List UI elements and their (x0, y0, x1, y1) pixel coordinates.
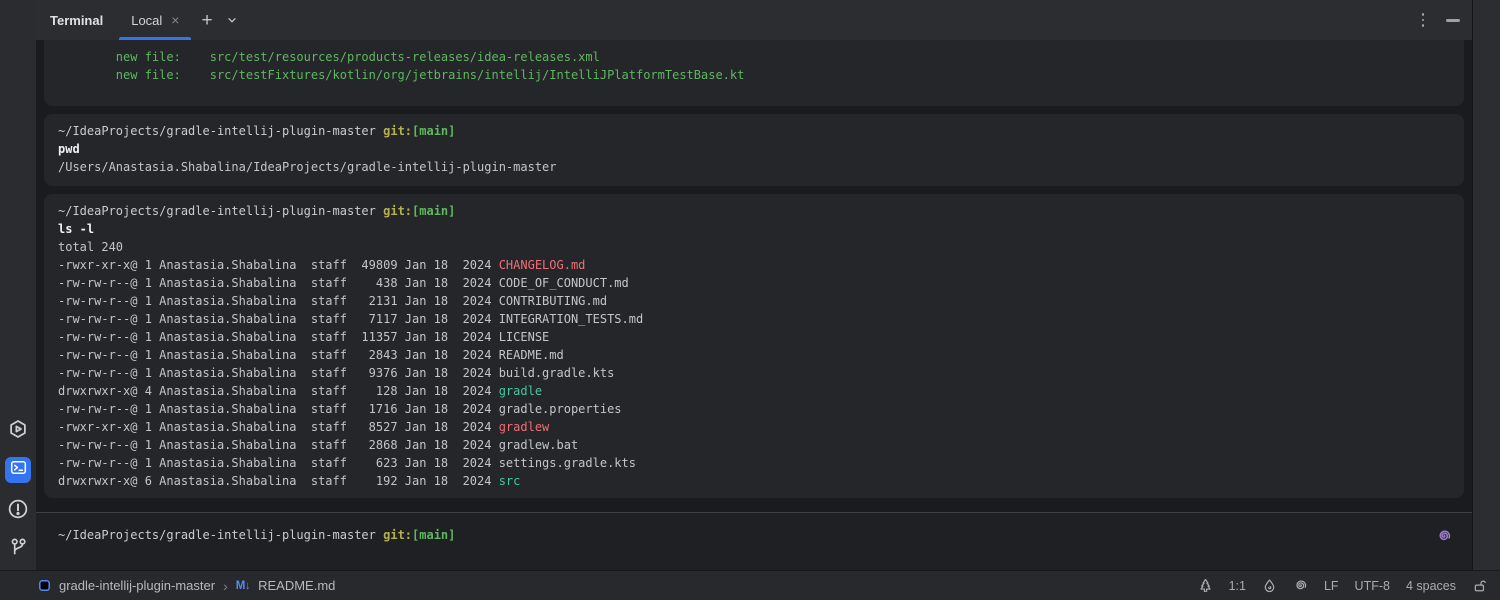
tab-label: Local (131, 13, 162, 28)
command-pwd: pwd (58, 140, 1450, 158)
terminal-tool-button[interactable] (5, 457, 31, 483)
ls-row: -rwxr-xr-x@ 1 Anastasia.Shabalina staff … (58, 418, 1450, 436)
breadcrumb: gradle-intellij-plugin-master › M↓ READM… (0, 578, 335, 594)
file-name: src (499, 474, 521, 488)
command-ls: ls -l (58, 220, 1450, 238)
ls-row: -rw-rw-r--@ 1 Anastasia.Shabalina staff … (58, 400, 1450, 418)
indent-widget[interactable]: 4 spaces (1406, 579, 1456, 593)
ls-row: -rwxr-xr-x@ 1 Anastasia.Shabalina staff … (58, 256, 1450, 274)
ai-status-swirl-icon[interactable] (1293, 578, 1308, 593)
ls-row: -rw-rw-r--@ 1 Anastasia.Shabalina staff … (58, 364, 1450, 382)
tab-close-icon[interactable]: × (171, 13, 179, 27)
ls-total: total 240 (58, 238, 1450, 256)
breadcrumb-project-name[interactable]: gradle-intellij-plugin-master (59, 578, 215, 593)
services-icon (8, 419, 28, 444)
tab-local[interactable]: Local × (119, 0, 191, 40)
file-name: gradlew.bat (499, 438, 578, 452)
ls-listing: -rwxr-xr-x@ 1 Anastasia.Shabalina staff … (58, 256, 1450, 490)
file-name: gradlew (499, 420, 550, 434)
file-name: gradle (499, 384, 542, 398)
git-status-line: new file: src/testFixtures/kotlin/org/je… (58, 66, 1450, 84)
ls-row: drwxrwxr-x@ 4 Anastasia.Shabalina staff … (58, 382, 1450, 400)
markdown-file-icon: M↓ (236, 580, 250, 592)
file-name: LICENSE (499, 330, 550, 344)
options-menu-icon[interactable] (1418, 9, 1429, 31)
terminal-block-git-status: new file: src/test/resources/products-re… (44, 40, 1464, 106)
problems-tool-button[interactable] (0, 496, 36, 526)
file-name: CONTRIBUTING.md (499, 294, 607, 308)
terminal-block-pwd: ~/IdeaProjects/gradle-intellij-plugin-ma… (44, 114, 1464, 186)
pwd-output: /Users/Anastasia.Shabalina/IdeaProjects/… (58, 158, 1450, 176)
hide-tool-window-icon[interactable] (1446, 19, 1460, 22)
ls-row: -rw-rw-r--@ 1 Anastasia.Shabalina staff … (58, 328, 1450, 346)
tool-window-stripe (0, 0, 36, 570)
encoding-widget[interactable]: UTF-8 (1355, 579, 1390, 593)
breadcrumb-chevron-icon: › (223, 578, 228, 594)
project-icon (38, 579, 51, 592)
droplet-icon[interactable] (1262, 578, 1277, 593)
ls-row: -rw-rw-r--@ 1 Anastasia.Shabalina staff … (58, 454, 1450, 472)
terminal-tool-window: Terminal Local × + new file: src/test/re… (36, 0, 1472, 570)
line-separator-widget[interactable]: LF (1324, 579, 1339, 593)
ls-row: -rw-rw-r--@ 1 Anastasia.Shabalina staff … (58, 310, 1450, 328)
caret-position-widget[interactable]: 1:1 (1229, 579, 1246, 593)
git-status-line: new file: src/test/resources/products-re… (58, 48, 1450, 66)
tree-icon[interactable] (1198, 578, 1213, 593)
version-control-tool-button[interactable] (0, 534, 36, 564)
ls-row: -rw-rw-r--@ 1 Anastasia.Shabalina staff … (58, 436, 1450, 454)
terminal-icon (10, 459, 27, 481)
tool-window-title: Terminal (50, 13, 103, 28)
terminal-output-area: new file: src/test/resources/products-re… (36, 40, 1472, 570)
terminal-input-block[interactable]: ~/IdeaProjects/gradle-intellij-plugin-ma… (36, 512, 1472, 570)
ls-row: -rw-rw-r--@ 1 Anastasia.Shabalina staff … (58, 274, 1450, 292)
problems-icon (8, 499, 28, 524)
ls-row: drwxrwxr-x@ 6 Anastasia.Shabalina staff … (58, 472, 1450, 490)
terminal-header: Terminal Local × + (36, 0, 1472, 40)
file-name: gradle.properties (499, 402, 622, 416)
new-tab-button[interactable]: + (193, 11, 220, 30)
prompt-line: ~/IdeaProjects/gradle-intellij-plugin-ma… (58, 122, 1450, 140)
terminal-block-ls: ~/IdeaProjects/gradle-intellij-plugin-ma… (44, 194, 1464, 498)
ls-row: -rw-rw-r--@ 1 Anastasia.Shabalina staff … (58, 346, 1450, 364)
file-name: build.gradle.kts (499, 366, 615, 380)
status-bar: gradle-intellij-plugin-master › M↓ READM… (0, 570, 1500, 600)
git-branch-icon (9, 537, 28, 561)
file-name: settings.gradle.kts (499, 456, 636, 470)
current-prompt-line: ~/IdeaProjects/gradle-intellij-plugin-ma… (58, 526, 1472, 544)
file-name: README.md (499, 348, 564, 362)
services-tool-button[interactable] (0, 416, 36, 446)
status-widgets: 1:1 LF UTF-8 4 spaces (1198, 578, 1500, 593)
git-status-lines: new file: src/test/resources/products-re… (58, 48, 1450, 84)
file-name: CODE_OF_CONDUCT.md (499, 276, 629, 290)
new-tab-dropdown-chevron-icon[interactable] (225, 13, 239, 27)
unlock-icon[interactable] (1472, 578, 1487, 593)
breadcrumb-file-name[interactable]: README.md (258, 578, 335, 593)
file-name: INTEGRATION_TESTS.md (499, 312, 644, 326)
editor-panel-edge (1472, 0, 1500, 570)
file-name: CHANGELOG.md (499, 258, 586, 272)
prompt-line: ~/IdeaProjects/gradle-intellij-plugin-ma… (58, 202, 1450, 220)
ls-row: -rw-rw-r--@ 1 Anastasia.Shabalina staff … (58, 292, 1450, 310)
ai-assistant-swirl-icon[interactable] (1436, 528, 1452, 544)
